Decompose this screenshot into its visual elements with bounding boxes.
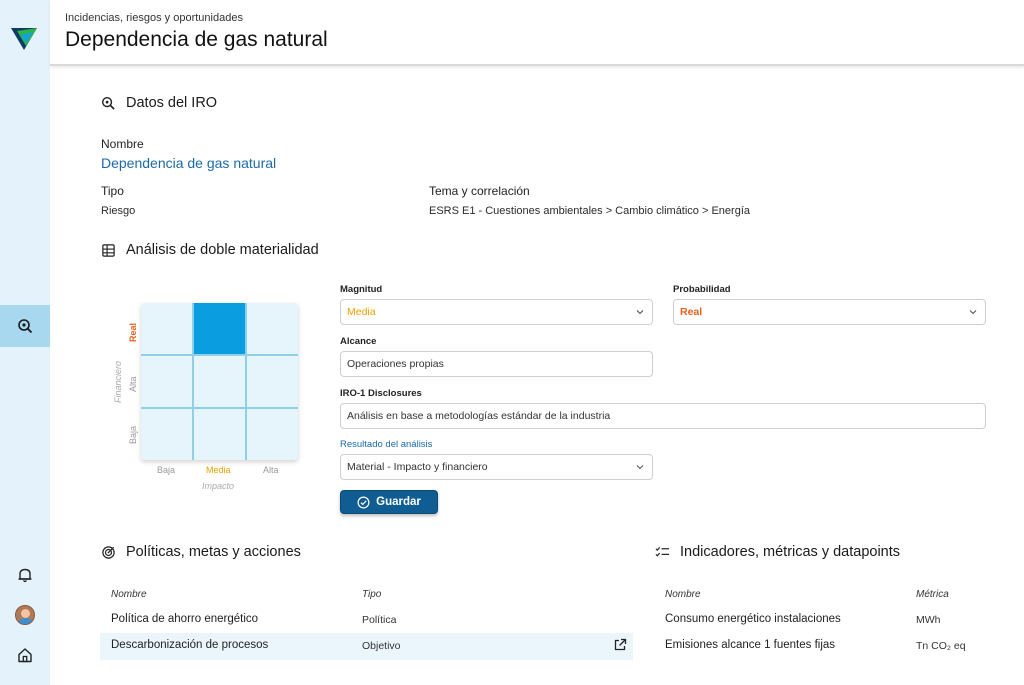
section-politicas-title: Políticas, metas y acciones	[101, 544, 301, 560]
section-analisis-label: Análisis de doble materialidad	[126, 242, 319, 258]
indicadores-row-metrica: Tn CO₂ eq	[916, 640, 966, 652]
politicas-row-nombre[interactable]: Política de ahorro energético	[111, 613, 258, 625]
section-datos-title: Datos del IRO	[101, 95, 217, 111]
indicadores-col-nombre: Nombre	[665, 589, 701, 600]
bell-icon	[18, 568, 32, 583]
page-header: Incidencias, riesgos y oportunidades Dep…	[50, 0, 1024, 66]
indicadores-col-metrica: Métrica	[916, 589, 949, 600]
probabilidad-label: Probabilidad	[673, 284, 731, 295]
nombre-label: Nombre	[101, 137, 144, 151]
tema-label: Tema y correlación	[429, 184, 530, 198]
search-icon	[101, 96, 115, 110]
matrix-x-axis-title: Impacto	[202, 481, 235, 491]
matrix-x-label-media: Media	[206, 465, 231, 475]
politicas-col-nombre: Nombre	[111, 589, 147, 600]
tipo-label: Tipo	[101, 184, 124, 198]
politicas-row-tipo: Objetivo	[362, 640, 401, 652]
section-datos-label: Datos del IRO	[126, 95, 218, 111]
alcance-label: Alcance	[340, 336, 377, 347]
alcance-input[interactable]: Operaciones propias	[340, 351, 653, 377]
resultado-select[interactable]: Material - Impacto y financiero	[340, 454, 653, 480]
section-politicas-label: Políticas, metas y acciones	[126, 544, 301, 560]
chevron-down-icon	[636, 465, 644, 470]
politicas-row-nombre[interactable]: Descarbonización de procesos	[111, 639, 268, 651]
iro-value: Análisis en base a metodologías estándar…	[347, 410, 611, 422]
avatar	[15, 605, 35, 625]
resultado-label: Resultado del análisis	[340, 439, 433, 450]
matrix-x-label-alta: Alta	[263, 465, 279, 475]
target-icon	[102, 545, 115, 559]
matrix-divider	[141, 354, 298, 356]
matrix-divider	[245, 303, 247, 460]
external-link-icon[interactable]	[613, 638, 627, 652]
sidebar-item-notifications[interactable]	[0, 560, 50, 590]
chevron-down-icon	[969, 310, 977, 315]
breadcrumb[interactable]: Incidencias, riesgos y oportunidades	[65, 12, 243, 24]
magnitud-label: Magnitud	[340, 284, 383, 295]
sidebar-item-profile[interactable]	[0, 600, 50, 630]
tipo-value: Riesgo	[101, 205, 136, 217]
chevron-down-icon	[636, 310, 644, 315]
page-title: Dependencia de gas natural	[65, 28, 328, 51]
sidebar	[0, 0, 50, 685]
probabilidad-select[interactable]: Real	[673, 299, 986, 325]
save-label: Guardar	[376, 496, 421, 508]
home-icon	[18, 648, 32, 663]
magnitud-select[interactable]: Media	[340, 299, 653, 325]
checklist-icon	[655, 546, 670, 557]
matrix-divider	[141, 407, 298, 409]
sidebar-item-search[interactable]	[0, 305, 50, 347]
politicas-col-tipo: Tipo	[362, 589, 382, 600]
matrix-y-label-alta: Alta	[128, 376, 138, 392]
politicas-row-tipo: Política	[362, 614, 397, 626]
matrix-x-label-baja: Baja	[157, 465, 176, 475]
table-icon	[102, 243, 115, 257]
tema-value: ESRS E1 - Cuestiones ambientales > Cambi…	[429, 205, 750, 217]
matrix-divider	[192, 303, 194, 460]
matrix-y-label-real: Real	[128, 322, 138, 342]
iro-input[interactable]: Análisis en base a metodologías estándar…	[340, 403, 986, 429]
resultado-value: Material - Impacto y financiero	[347, 461, 488, 473]
alcance-value: Operaciones propias	[347, 358, 444, 370]
section-analisis-title: Análisis de doble materialidad	[101, 242, 319, 258]
logo[interactable]	[11, 28, 37, 50]
magnitud-value: Media	[347, 306, 376, 318]
matrix-y-label-baja: Baja	[128, 425, 138, 444]
section-indicadores-label: Indicadores, métricas y datapoints	[680, 544, 901, 560]
indicadores-row-nombre[interactable]: Emisiones alcance 1 fuentes fijas	[665, 639, 835, 651]
save-button[interactable]: Guardar	[340, 490, 438, 514]
check-circle-icon	[357, 496, 370, 508]
search-icon	[18, 319, 33, 334]
indicadores-row-metrica: MWh	[916, 614, 941, 626]
sidebar-item-home[interactable]	[0, 640, 50, 670]
matrix-cell-selected[interactable]	[194, 303, 246, 355]
materiality-matrix	[141, 303, 298, 460]
indicadores-row-nombre[interactable]: Consumo energético instalaciones	[665, 613, 841, 625]
matrix-y-axis-title: Financiero	[113, 360, 123, 403]
iro-label: IRO-1 Disclosures	[340, 388, 422, 399]
probabilidad-value: Real	[680, 306, 703, 318]
nombre-value: Dependencia de gas natural	[101, 155, 277, 171]
section-indicadores-title: Indicadores, métricas y datapoints	[655, 544, 900, 560]
